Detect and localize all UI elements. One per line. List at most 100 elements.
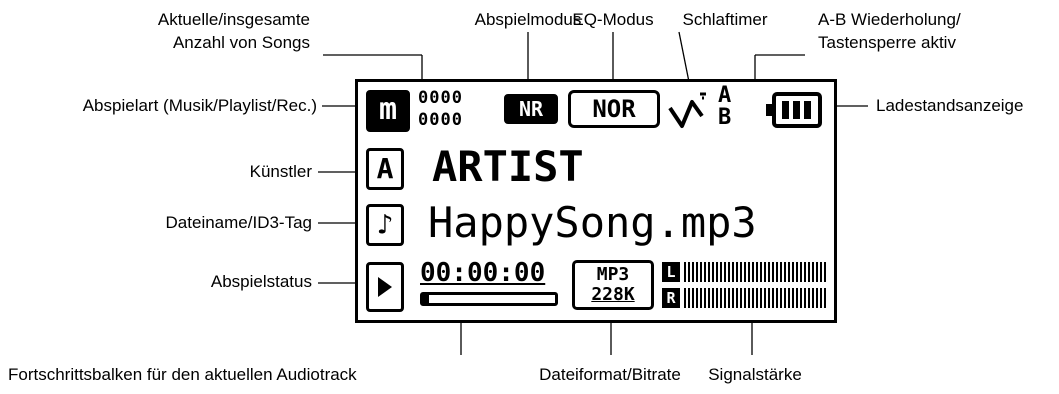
channel-l: L xyxy=(662,262,680,282)
signal-segment xyxy=(792,288,794,308)
signal-segment xyxy=(768,288,770,308)
signal-segment xyxy=(756,262,758,282)
signal-segment xyxy=(808,262,810,282)
signal-segment xyxy=(700,262,702,282)
signal-segment xyxy=(768,262,770,282)
signal-segment xyxy=(728,262,730,282)
signal-segment xyxy=(688,288,690,308)
signal-segment xyxy=(812,262,814,282)
signal-segment xyxy=(724,288,726,308)
lcd-display: m 0000 0000 NR NOR A B A ARTIST ♪ HappyS… xyxy=(355,79,837,323)
signal-segment xyxy=(776,262,778,282)
label-song-count: Aktuelle/insgesamte Anzahl von Songs xyxy=(110,10,310,53)
label-play-type: Abspielart (Musik/Playlist/Rec.) xyxy=(82,96,317,115)
signal-segment xyxy=(712,288,714,308)
label-battery: Ladestandsanzeige xyxy=(876,96,1024,115)
signal-segment xyxy=(708,262,710,282)
signal-segment xyxy=(732,288,734,308)
signal-segment xyxy=(824,262,826,282)
signal-segment xyxy=(780,262,782,282)
signal-segment xyxy=(800,262,802,282)
signal-segment xyxy=(748,288,750,308)
label-play-status: Abspielstatus xyxy=(210,272,312,291)
label-sleep-timer: Schlaftimer xyxy=(682,10,768,29)
signal-segment xyxy=(760,262,762,282)
signal-segment xyxy=(800,288,802,308)
signal-segment xyxy=(808,288,810,308)
signal-segment xyxy=(732,262,734,282)
signal-segment xyxy=(716,262,718,282)
signal-segment xyxy=(736,288,738,308)
signal-segment xyxy=(708,288,710,308)
progress-bar xyxy=(420,292,558,306)
label-ab-repeat: A-B Wiederholung/ Tastensperre aktiv xyxy=(818,10,1018,53)
signal-segment xyxy=(780,288,782,308)
signal-segment xyxy=(824,288,826,308)
artist-name: ARTIST xyxy=(432,142,584,191)
signal-segment xyxy=(704,288,706,308)
signal-segment xyxy=(688,262,690,282)
bitrate-value: 228K xyxy=(591,284,635,305)
signal-segment xyxy=(712,262,714,282)
signal-segment xyxy=(684,262,686,282)
signal-segment xyxy=(792,262,794,282)
signal-segment xyxy=(784,288,786,308)
signal-segment xyxy=(756,288,758,308)
label-artist: Künstler xyxy=(249,162,312,181)
label-song-count-line2: Anzahl von Songs xyxy=(172,33,310,52)
signal-segment xyxy=(788,262,790,282)
channel-r: R xyxy=(662,288,680,308)
label-eq-mode: EQ-Modus xyxy=(572,10,654,29)
signal-segment xyxy=(740,262,742,282)
signal-segment xyxy=(692,288,694,308)
signal-segment xyxy=(752,262,754,282)
signal-segment xyxy=(804,262,806,282)
mode-badge: NR xyxy=(504,94,558,124)
label-format-bitrate: Dateiformat/Bitrate xyxy=(539,365,681,384)
label-ab-repeat-line1: A-B Wiederholung/ xyxy=(818,10,961,29)
artist-badge: A xyxy=(366,148,404,190)
signal-segment xyxy=(776,288,778,308)
note-icon: ♪ xyxy=(376,208,394,241)
label-signal: Signalstärke xyxy=(708,365,802,384)
signal-segment xyxy=(700,288,702,308)
play-icon xyxy=(378,277,392,297)
eq-box: NOR xyxy=(568,90,660,128)
signal-segment xyxy=(772,262,774,282)
ab-b-indicator: B xyxy=(718,105,732,130)
note-badge: ♪ xyxy=(366,204,404,246)
signal-segment xyxy=(752,288,754,308)
format-box: MP3 228K xyxy=(572,260,654,310)
signal-segment xyxy=(720,262,722,282)
sleep-timer-icon xyxy=(666,90,710,132)
signal-segment xyxy=(720,288,722,308)
signal-segment xyxy=(748,262,750,282)
signal-segment xyxy=(820,262,822,282)
signal-segment xyxy=(744,262,746,282)
signal-segment xyxy=(796,288,798,308)
music-mode-icon: m xyxy=(366,90,410,132)
label-progress: Fortschrittsbalken für den aktuellen Aud… xyxy=(8,365,357,384)
play-status-badge xyxy=(366,262,404,312)
signal-segment xyxy=(788,288,790,308)
signal-segment xyxy=(796,262,798,282)
signal-segment xyxy=(804,288,806,308)
signal-segment xyxy=(744,288,746,308)
signal-segment xyxy=(812,288,814,308)
signal-segment xyxy=(692,262,694,282)
signal-segment xyxy=(816,262,818,282)
signal-segment xyxy=(764,262,766,282)
progress-fill xyxy=(423,295,429,303)
label-filename: Dateiname/ID3-Tag xyxy=(165,213,312,232)
signal-segment xyxy=(820,288,822,308)
signal-segment xyxy=(728,288,730,308)
signal-segment xyxy=(740,288,742,308)
song-current: 0000 xyxy=(418,88,463,108)
time-display: 00:00:00 xyxy=(420,258,546,288)
file-name: HappySong.mp3 xyxy=(428,198,757,247)
signal-segment xyxy=(716,288,718,308)
signal-segment xyxy=(816,288,818,308)
label-song-count-line1: Aktuelle/insgesamte xyxy=(157,10,310,29)
signal-segment xyxy=(784,262,786,282)
signal-segment xyxy=(764,288,766,308)
